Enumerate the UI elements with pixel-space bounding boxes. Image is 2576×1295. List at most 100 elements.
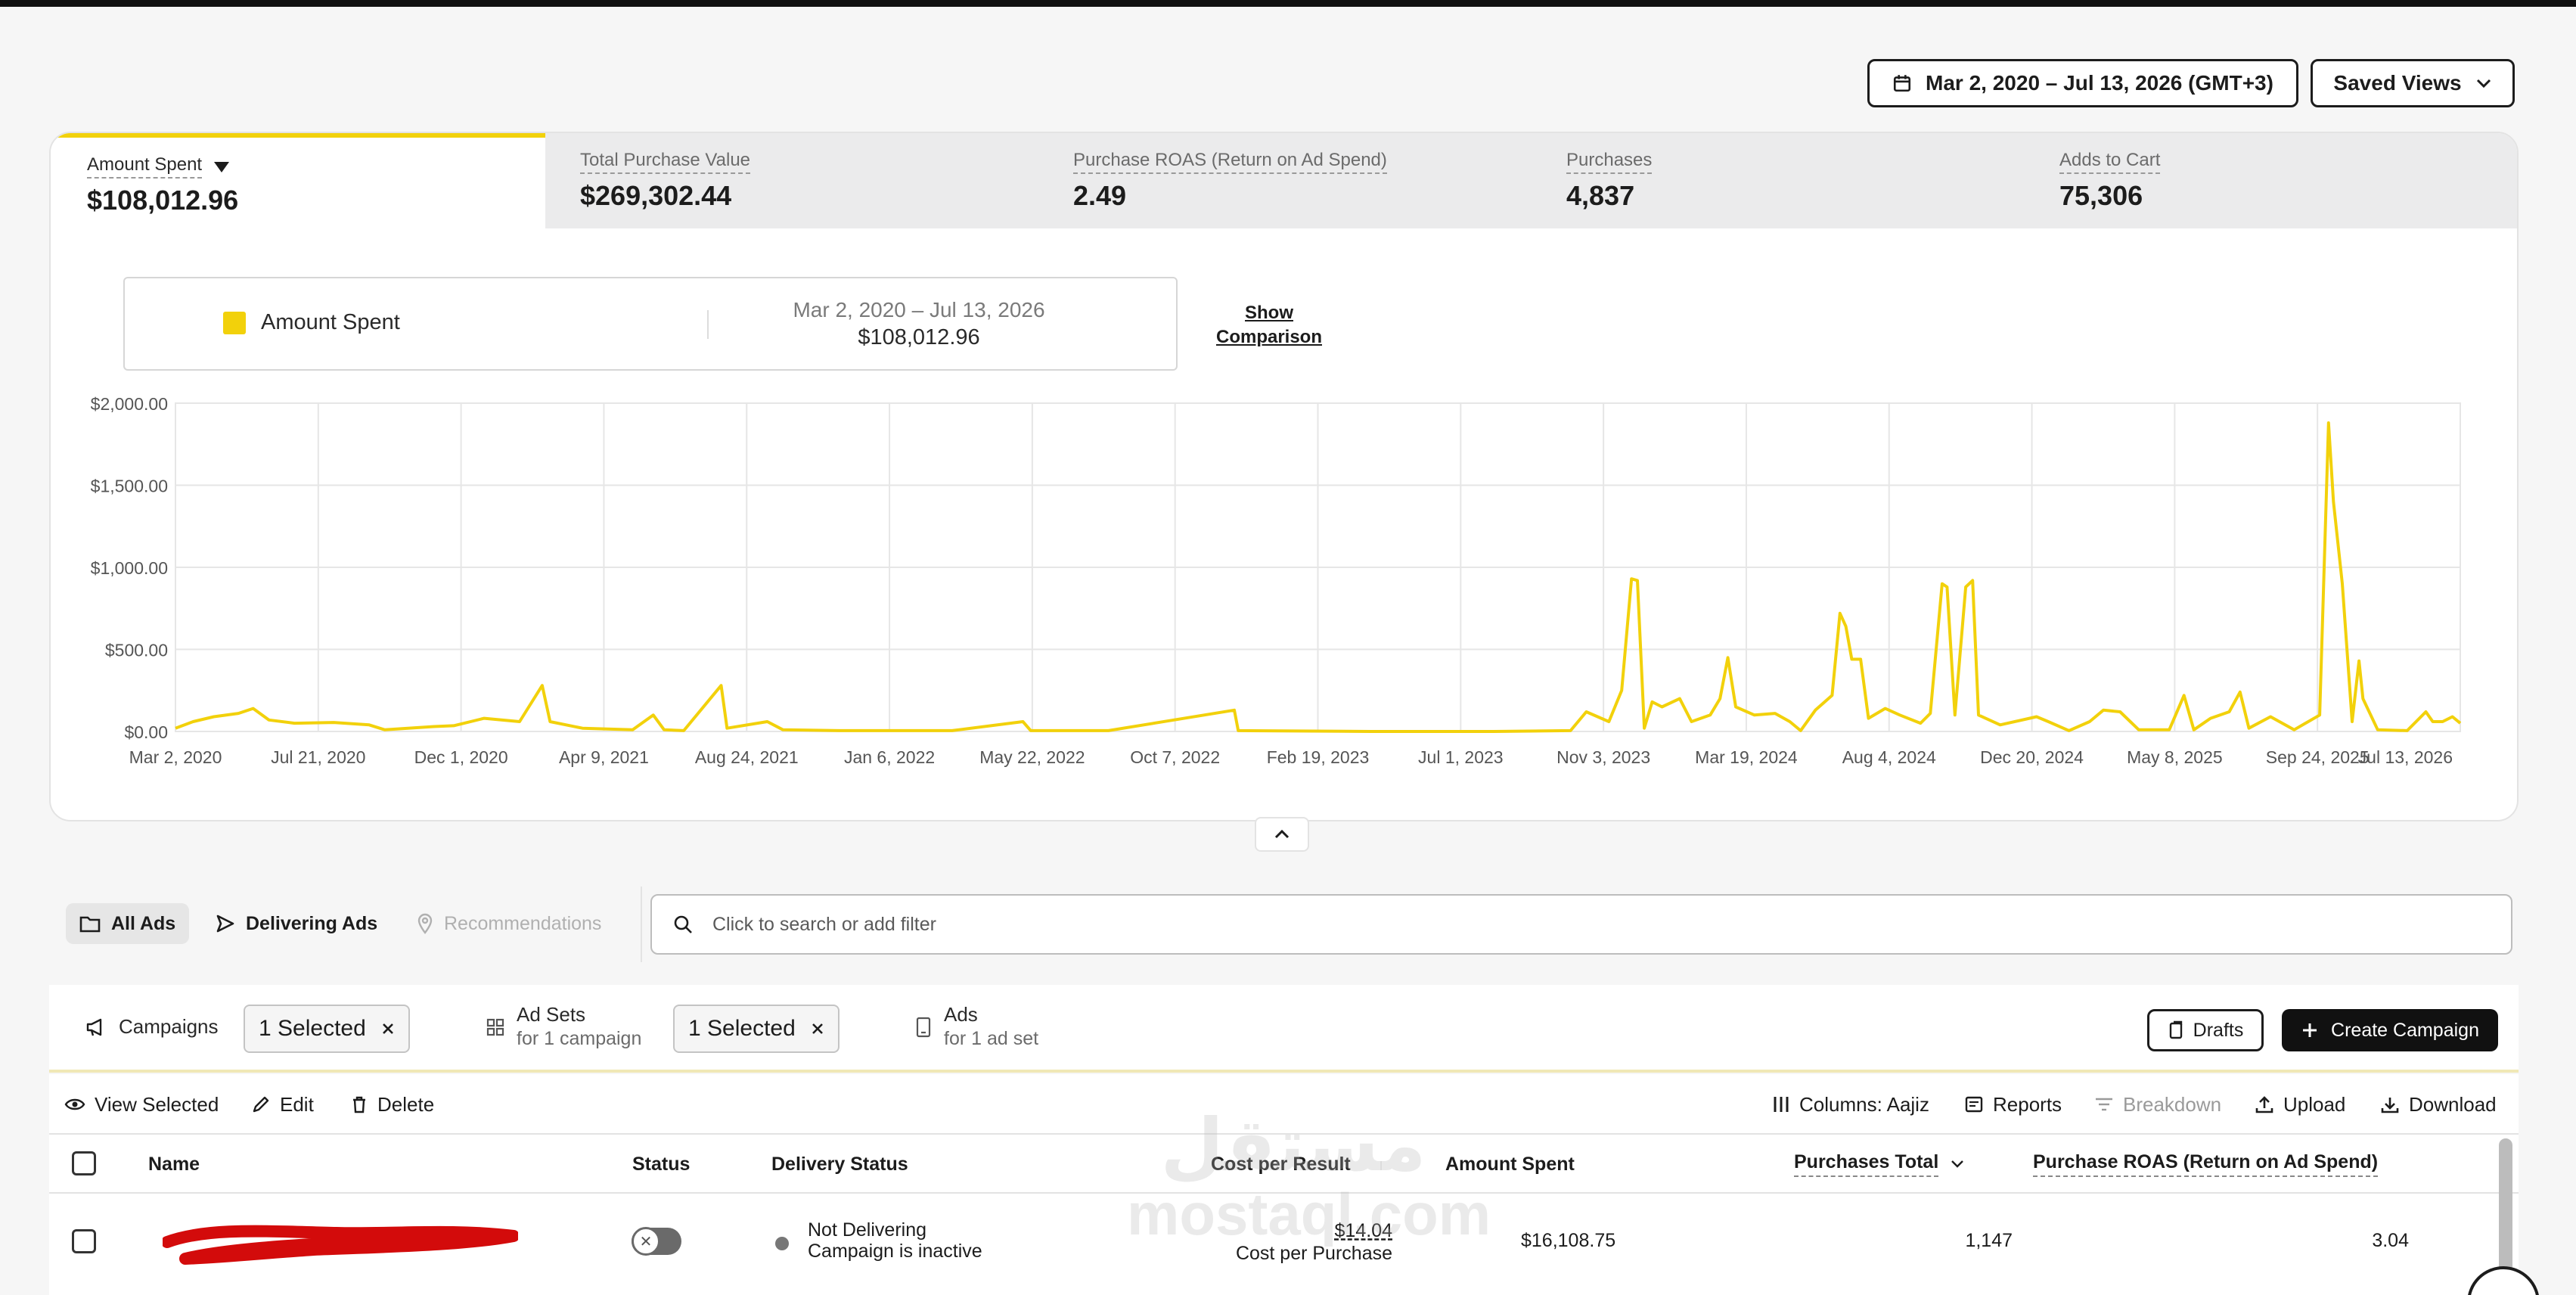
close-icon[interactable] [811, 1022, 824, 1036]
edit-button[interactable]: Edit [251, 1074, 314, 1135]
create-campaign-button[interactable]: Create Campaign [2282, 1009, 2498, 1051]
ads-sublabel: for 1 ad set [944, 1028, 1039, 1049]
header-amount-spent-label: Amount Spent [1445, 1153, 1575, 1175]
header-delivery-status-label: Delivery Status [771, 1153, 908, 1175]
x-tick-label: Jul 21, 2020 [271, 747, 365, 767]
breakdown-button[interactable]: Breakdown [2094, 1074, 2221, 1135]
ad-sets-label: Ad Sets [517, 1003, 586, 1026]
delivery-status-line2: Campaign is inactive [808, 1241, 982, 1262]
y-tick-label: $0.00 [124, 722, 168, 742]
header-purchase-roas-label: Purchase ROAS (Return on Ad Spend) [2033, 1151, 2379, 1177]
download-icon [2381, 1098, 2399, 1113]
x-tick-label: Oct 7, 2022 [1130, 747, 1220, 767]
header-delivery-status[interactable]: Delivery Status [771, 1135, 908, 1194]
y-axis-ticks: $0.00 $500.00 $1,000.00 $1,500.00 $2,000.00 [91, 394, 168, 742]
calendar-icon [1893, 75, 1911, 92]
date-range-label: Mar 2, 2020 – Jul 13, 2026 (GMT+3) [1926, 71, 2273, 95]
phone-ad-icon [916, 1017, 931, 1037]
header-purchases-total[interactable]: Purchases Total [1794, 1135, 1964, 1194]
upload-icon [2255, 1096, 2273, 1113]
columns-button[interactable]: Columns: Aajiz [1772, 1074, 1929, 1135]
search-placeholder: Click to search or add filter [712, 913, 936, 935]
header-status[interactable]: Status [632, 1135, 690, 1194]
reports-button[interactable]: Reports [1964, 1074, 2062, 1135]
x-tick-label: Nov 3, 2023 [1556, 747, 1650, 767]
megaphone-icon [86, 1018, 102, 1036]
send-icon [216, 915, 234, 933]
watermark-line1: مستقل [1160, 1105, 1426, 1186]
x-tick-label: Jul 1, 2023 [1418, 747, 1504, 767]
delete-button[interactable]: Delete [350, 1074, 434, 1135]
recommendations-tab[interactable]: Recommendations [403, 903, 615, 944]
download-button[interactable]: Download [2380, 1074, 2497, 1135]
chart-grid [175, 402, 2461, 732]
x-tick-label: Jul 13, 2026 [2358, 747, 2453, 767]
campaign-status-toggle[interactable]: ✕ [632, 1227, 681, 1256]
pencil-icon [253, 1096, 269, 1113]
saved-views-label: Saved Views [2333, 71, 2462, 95]
delivery-status-line1: Not Delivering [808, 1219, 927, 1241]
all-ads-tab[interactable]: All Ads [66, 903, 190, 944]
delivery-status-cell: Not Delivering Campaign is inactive [808, 1219, 982, 1262]
campaigns-selected-label: 1 Selected [259, 1016, 366, 1041]
x-tick-label: Aug 24, 2021 [695, 747, 799, 767]
ad-sets-selected-chip[interactable]: 1 Selected [673, 1005, 840, 1053]
x-tick-label: Apr 9, 2021 [559, 747, 649, 767]
chevron-up-icon [1274, 829, 1290, 839]
header-name-label: Name [148, 1153, 200, 1175]
delete-label: Delete [377, 1092, 435, 1116]
grid-icon [486, 1018, 504, 1036]
x-tick-label: Feb 19, 2023 [1267, 747, 1370, 767]
campaigns-selected-chip[interactable]: 1 Selected [244, 1005, 410, 1053]
row-checkbox[interactable] [72, 1229, 96, 1253]
watermark-line2: mostaql.com [1127, 1181, 1491, 1247]
x-tick-label: Dec 20, 2024 [1980, 747, 2084, 767]
y-tick-label: $1,500.00 [91, 477, 168, 496]
y-tick-label: $2,000.00 [91, 394, 168, 414]
sort-down-icon [1951, 1160, 1964, 1168]
close-icon[interactable] [381, 1022, 395, 1036]
create-campaign-label: Create Campaign [2331, 1019, 2479, 1041]
delivering-ads-tab[interactable]: Delivering Ads [202, 903, 391, 944]
select-all-checkbox[interactable] [72, 1151, 96, 1175]
y-tick-label: $500.00 [105, 641, 168, 660]
amount-spent-cell: $16,108.75 [1521, 1230, 1616, 1251]
plus-icon [2303, 1023, 2317, 1037]
eye-icon [64, 1098, 85, 1110]
drafts-icon [2169, 1020, 2182, 1039]
redacted-campaign-name [163, 1225, 518, 1265]
toggle-off-icon: ✕ [632, 1227, 660, 1256]
header-name[interactable]: Name [148, 1135, 200, 1194]
saved-views-button[interactable]: Saved Views [2311, 59, 2515, 107]
folder-icon [79, 916, 101, 933]
campaigns-level-tab[interactable]: Campaigns [85, 1015, 219, 1039]
collapse-chart-button[interactable] [1255, 817, 1309, 852]
chevron-down-icon [2476, 79, 2491, 89]
date-range-button[interactable]: Mar 2, 2020 – Jul 13, 2026 (GMT+3) [1867, 59, 2298, 107]
y-tick-label: $1,000.00 [91, 558, 168, 578]
purchases-total-cell: 1,147 [1965, 1230, 2013, 1251]
chart-card: Amount Spent $108,012.96 Total Purchase … [49, 132, 2519, 821]
upload-button[interactable]: Upload [2255, 1074, 2345, 1135]
ad-sets-sublabel: for 1 campaign [517, 1028, 642, 1049]
location-pin-icon [417, 913, 433, 934]
x-tick-label: May 22, 2022 [979, 747, 1085, 767]
header-purchase-roas[interactable]: Purchase ROAS (Return on Ad Spend) [2033, 1135, 2379, 1194]
columns-icon [1774, 1097, 1789, 1112]
filter-lines-icon [2096, 1098, 2112, 1111]
drafts-label: Drafts [2193, 1019, 2244, 1041]
ad-sets-level-tab[interactable]: Ad Sets for 1 campaign [486, 1003, 641, 1051]
ads-level-tab[interactable]: Ads for 1 ad set [915, 1003, 1038, 1051]
header-purchases-total-label: Purchases Total [1794, 1151, 1939, 1177]
download-label: Download [2409, 1092, 2497, 1116]
drafts-button[interactable]: Drafts [2147, 1009, 2264, 1051]
delivering-ads-label: Delivering Ads [246, 912, 378, 934]
view-selected-button[interactable]: View Selected [64, 1074, 219, 1135]
header-status-label: Status [632, 1153, 691, 1175]
all-ads-label: All Ads [111, 912, 176, 934]
search-input[interactable]: Click to search or add filter [650, 894, 2512, 955]
watermark: مستقل mostaql.com [1127, 1105, 1491, 1248]
edit-label: Edit [280, 1092, 314, 1116]
view-selected-label: View Selected [95, 1092, 219, 1116]
columns-label: Columns: Aajiz [1799, 1092, 1929, 1116]
